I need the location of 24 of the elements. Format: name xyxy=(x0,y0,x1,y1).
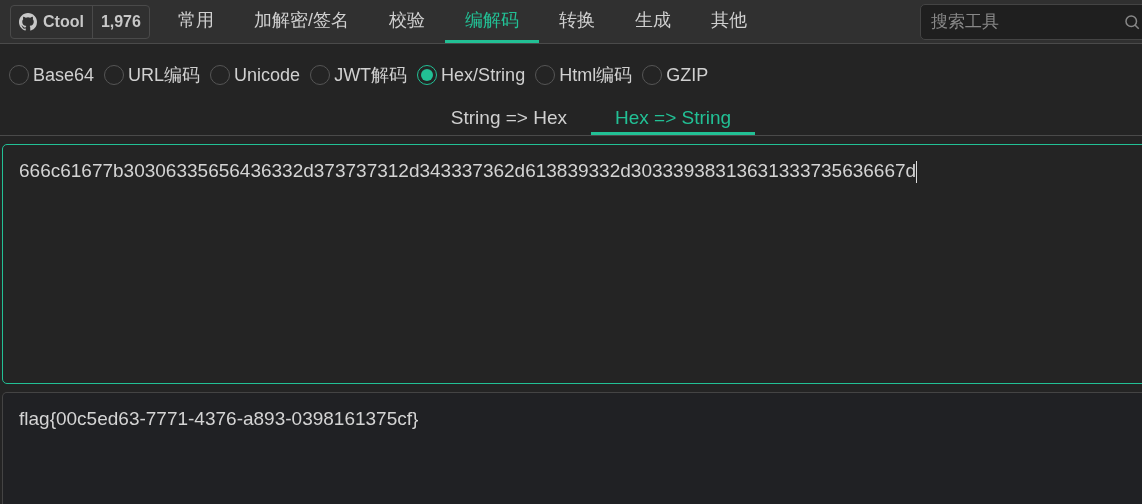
tool-radio[interactable]: URL编码 xyxy=(104,61,201,89)
tool-radio[interactable]: Html编码 xyxy=(535,61,633,89)
repo-name: Ctool xyxy=(43,11,84,32)
tool-radio[interactable]: Hex/String xyxy=(417,61,526,89)
output-field[interactable]: flag{00c5ed63-7771-4376-a893-0398161375cf} xyxy=(2,392,1142,504)
tool-radio[interactable]: GZIP xyxy=(642,61,709,89)
star-count: 1,976 xyxy=(91,5,149,38)
search-icon xyxy=(1123,12,1141,31)
category-tab[interactable]: 转换 xyxy=(538,0,615,43)
mode-tab[interactable]: Hex => String xyxy=(591,106,756,135)
search-field[interactable]: 搜索工具 xyxy=(920,3,1142,40)
repo-badge[interactable]: Ctool 1,976 xyxy=(10,4,150,39)
category-tab[interactable]: 生成 xyxy=(614,0,691,43)
github-icon xyxy=(19,12,37,31)
mode-tab[interactable]: String => Hex xyxy=(426,106,591,135)
tool-radio[interactable]: JWT解码 xyxy=(310,61,408,89)
tool-radio[interactable]: Unicode xyxy=(210,61,301,89)
tool-radio[interactable]: Base64 xyxy=(9,61,95,89)
category-tab[interactable]: 校验 xyxy=(368,0,445,43)
category-tab[interactable]: 加解密/签名 xyxy=(233,0,369,43)
category-tab[interactable]: 其他 xyxy=(690,0,767,43)
input-field[interactable]: 666c61677b30306335656436332d373737312d343337362d613839332d30333938313631333735636667d xyxy=(2,144,1142,384)
category-tab[interactable]: 编解码 xyxy=(444,0,539,43)
category-tab[interactable]: 常用 xyxy=(157,0,234,43)
